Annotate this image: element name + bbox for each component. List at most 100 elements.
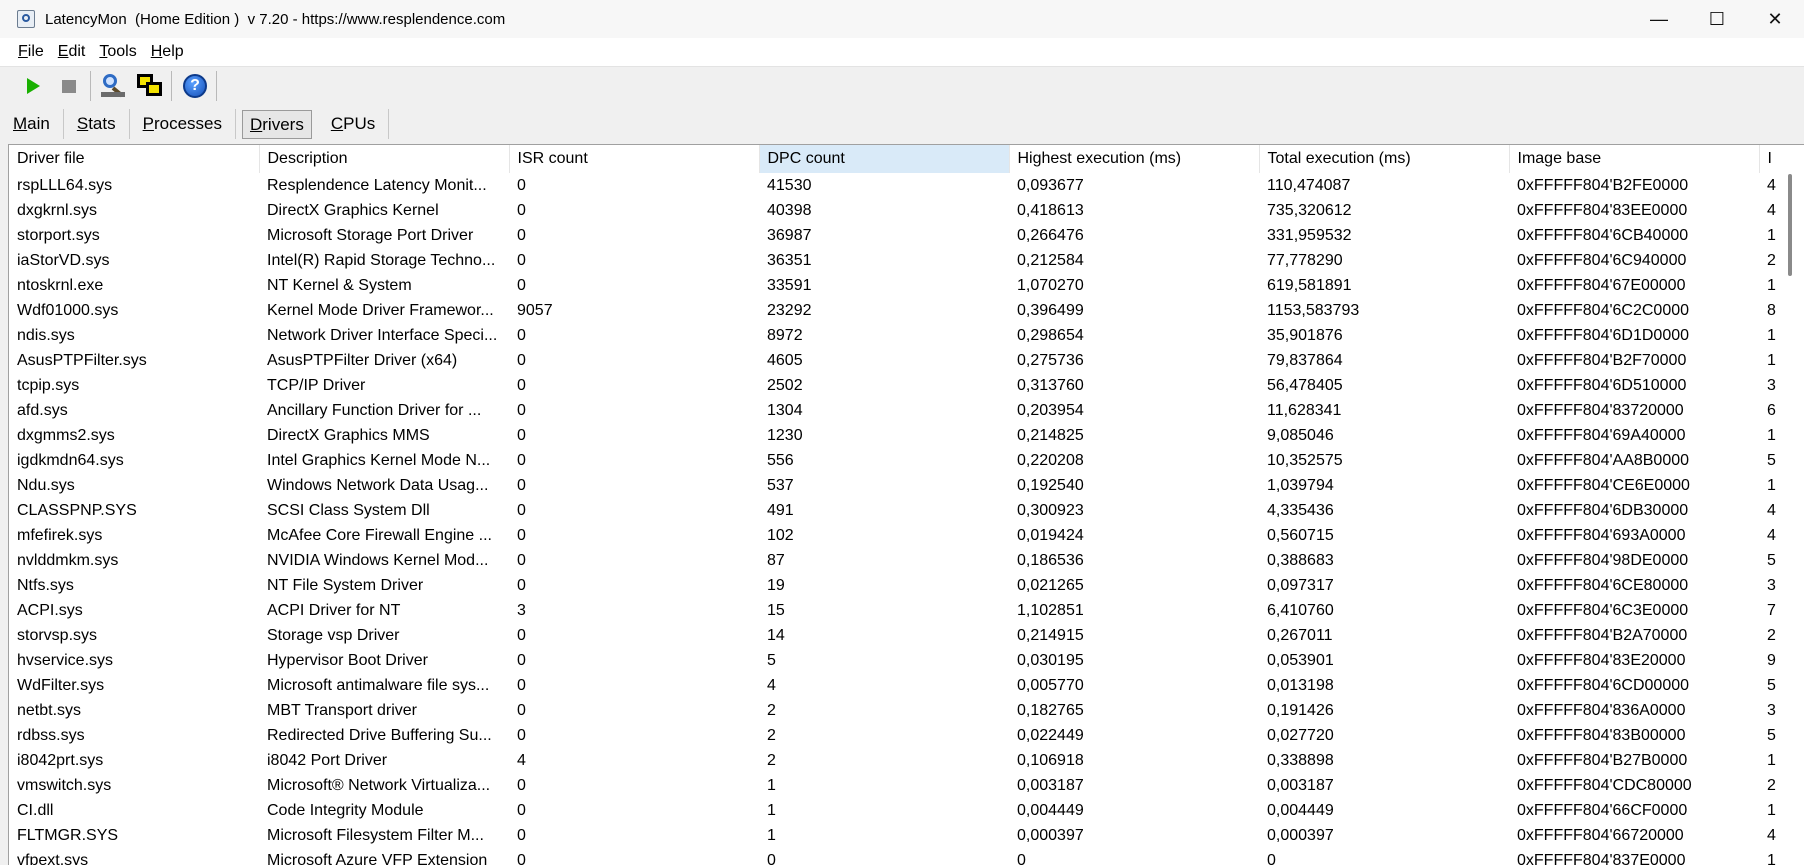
menu-file[interactable]: File [18, 43, 44, 61]
table-cell: 0,313760 [1017, 377, 1084, 394]
table-row[interactable]: Wdf01000.sys Kernel Mode Driver Framewor.… [9, 298, 1804, 323]
table-cell: AsusPTPFilter Driver (x64) [267, 352, 458, 369]
table-cell: NT File System Driver [267, 577, 424, 594]
table-row[interactable]: storport.sys Microsoft Storage Port Drive… [9, 223, 1804, 248]
tab-main[interactable]: Main [0, 109, 64, 139]
table-row[interactable]: iaStorVD.sys Intel(R) Rapid Storage Techn… [9, 248, 1804, 273]
table-row[interactable]: netbt.sys MBT Transport driver 0 2 0,182765 0… [9, 698, 1804, 723]
table-row[interactable]: Ndu.sys Windows Network Data Usag... 0 537 0… [9, 473, 1804, 498]
table-cell: 0,005770 [1017, 677, 1084, 694]
table-cell: 0 [517, 477, 526, 494]
help-button[interactable]: ? [178, 70, 212, 102]
minimize-button[interactable]: — [1630, 0, 1688, 38]
menu-tools[interactable]: Tools [99, 43, 136, 61]
table-cell: Windows Network Data Usag... [267, 477, 489, 494]
vertical-scrollbar[interactable] [1788, 174, 1792, 276]
tab-cpus[interactable]: C PUs [318, 109, 390, 139]
table-cell: 0 [517, 277, 526, 294]
table-row[interactable]: Ntfs.sys NT File System Driver 0 19 0,021265… [9, 573, 1804, 598]
table-row[interactable]: AsusPTPFilter.sys AsusPTPFilter Driver (x… [9, 348, 1804, 373]
close-button[interactable]: ✕ [1746, 0, 1804, 38]
table-cell: 0xFFFFF804'66CF0000 [1517, 802, 1688, 819]
table-row[interactable]: afd.sys Ancillary Function Driver for ...… [9, 398, 1804, 423]
menu-edit[interactable]: Edit [58, 43, 86, 61]
table-row[interactable]: vfpext.sys Microsoft Azure VFP Extension 0… [9, 848, 1804, 865]
table-cell: 0xFFFFF804'836A0000 [1517, 702, 1686, 719]
monitor-button[interactable] [97, 70, 131, 102]
table-row[interactable]: i8042prt.sys i8042 Port Driver 4 2 0,106918 0… [9, 748, 1804, 773]
tab-processes[interactable]: Processes [130, 109, 236, 139]
table-cell: 0 [517, 802, 526, 819]
table-cell: 0,220208 [1017, 452, 1084, 469]
drivers-table-frame: Driver file Description ISR count DPC count… [8, 144, 1804, 865]
table-cell: Ancillary Function Driver for ... [267, 402, 482, 419]
table-cell: 0xFFFFF804'6CD00000 [1517, 677, 1690, 694]
table-cell: CLASSPNP.SYS [17, 502, 137, 519]
table-cell: 0 [517, 452, 526, 469]
table-cell: McAfee Core Firewall Engine ... [267, 527, 492, 544]
table-cell: 0 [517, 852, 526, 865]
table-cell: 23292 [767, 302, 812, 319]
windows-button[interactable] [133, 70, 167, 102]
table-row[interactable]: CLASSPNP.SYS SCSI Class System Dll 0 491 0,3… [9, 498, 1804, 523]
table-row[interactable]: dxgmms2.sys DirectX Graphics MMS 0 1230 0,21… [9, 423, 1804, 448]
start-monitoring-button[interactable] [16, 70, 50, 102]
table-row[interactable]: WdFilter.sys Microsoft antimalware file s… [9, 673, 1804, 698]
table-row[interactable]: ndis.sys Network Driver Interface Speci..… [9, 323, 1804, 348]
table-cell: Intel(R) Rapid Storage Techno... [267, 252, 496, 269]
table-row[interactable]: vmswitch.sys Microsoft® Network Virtualiz… [9, 773, 1804, 798]
table-row[interactable]: igdkmdn64.sys Intel Graphics Kernel Mode … [9, 448, 1804, 473]
table-row[interactable]: dxgkrnl.sys DirectX Graphics Kernel 0 40398… [9, 198, 1804, 223]
table-cell: 0,019424 [1017, 527, 1084, 544]
column-header[interactable]: Highest execution (ms) [1009, 145, 1260, 173]
table-cell: 0xFFFFF804'AA8B0000 [1517, 452, 1690, 469]
menu-help[interactable]: Help [151, 43, 184, 61]
table-cell: 0 [517, 427, 526, 444]
column-header[interactable]: Description [259, 145, 510, 173]
tab-drivers[interactable]: Drivers [241, 110, 312, 139]
table-cell: 0,013198 [1267, 677, 1334, 694]
column-header[interactable]: ISR count [509, 145, 760, 173]
maximize-button[interactable]: ☐ [1688, 0, 1746, 38]
table-cell: Intel Graphics Kernel Mode N... [267, 452, 491, 469]
column-header[interactable]: Total execution (ms) [1259, 145, 1510, 173]
table-cell: Wdf01000.sys [17, 302, 119, 319]
column-header[interactable]: Image base [1509, 145, 1760, 173]
column-header[interactable]: DPC count [759, 145, 1010, 173]
table-row[interactable]: nvlddmkm.sys NVIDIA Windows Kernel Mod...… [9, 548, 1804, 573]
tab-stats[interactable]: Stats [64, 109, 130, 139]
table-cell: 33591 [767, 277, 812, 294]
table-row[interactable]: ntoskrnl.exe NT Kernel & System 0 33591 1,07… [9, 273, 1804, 298]
table-row[interactable]: ACPI.sys ACPI Driver for NT 3 15 1,102851 6,4… [9, 598, 1804, 623]
table-row[interactable]: CI.dll Code Integrity Module 0 1 0,004449 0,0… [9, 798, 1804, 823]
table-row[interactable]: mfefirek.sys McAfee Core Firewall Engine … [9, 523, 1804, 548]
stop-monitoring-button[interactable] [52, 70, 86, 102]
table-row[interactable]: tcpip.sys TCP/IP Driver 0 2502 0,313760 56,47… [9, 373, 1804, 398]
window-controls: — ☐ ✕ [1630, 0, 1804, 38]
table-cell: 4605 [767, 352, 803, 369]
table-cell: NVIDIA Windows Kernel Mod... [267, 552, 489, 569]
table-cell: vmswitch.sys [17, 777, 112, 794]
table-cell: 36987 [767, 227, 812, 244]
table-cell: FLTMGR.SYS [17, 827, 119, 844]
table-cell: Resplendence Latency Monit... [267, 177, 487, 194]
table-cell: 5 [1767, 552, 1776, 569]
table-cell: nvlddmkm.sys [17, 552, 119, 569]
table-row[interactable]: storvsp.sys Storage vsp Driver 0 14 0,214915… [9, 623, 1804, 648]
table-cell: storport.sys [17, 227, 100, 244]
table-cell: 3 [1767, 377, 1776, 394]
table-row[interactable]: rdbss.sys Redirected Drive Buffering Su..… [9, 723, 1804, 748]
table-cell: 0,203954 [1017, 402, 1084, 419]
table-row[interactable]: hvservice.sys Hypervisor Boot Driver 0 5 0,0… [9, 648, 1804, 673]
table-cell: 4 [1767, 527, 1776, 544]
column-header[interactable]: I [1759, 145, 1804, 173]
table-row[interactable]: FLTMGR.SYS Microsoft Filesystem Filter M.… [9, 823, 1804, 848]
table-cell: rdbss.sys [17, 727, 85, 744]
table-cell: 491 [767, 502, 794, 519]
table-row[interactable]: rspLLL64.sys Resplendence Latency Monit..… [9, 173, 1804, 198]
table-cell: 0xFFFFF804'83720000 [1517, 402, 1684, 419]
table-cell: 35,901876 [1267, 327, 1343, 344]
column-header[interactable]: Driver file [9, 145, 260, 173]
table-cell: tcpip.sys [17, 377, 80, 394]
table-cell: Kernel Mode Driver Framewor... [267, 302, 494, 319]
